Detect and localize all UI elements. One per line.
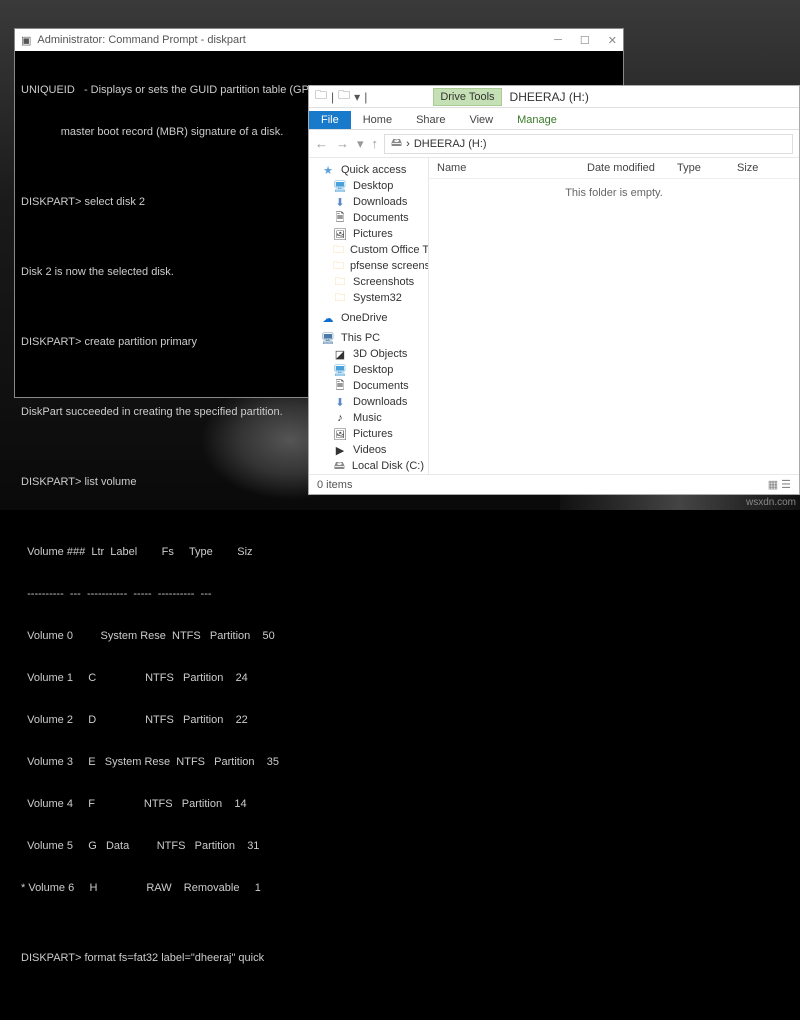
qat-divider: | [331,90,334,104]
videos-icon: ▶ [333,443,347,457]
close-button[interactable]: ✕ [608,34,617,47]
folder-icon: 🗀 [333,243,344,257]
sidebar-item-downloads[interactable]: ⬇Downloads [315,194,428,210]
col-size[interactable]: Size [729,158,779,178]
breadcrumb[interactable]: 🖴 › DHEERAJ (H:) [384,134,793,154]
sidebar-item-downloads[interactable]: ⬇Downloads [315,394,428,410]
sidebar-item-folder[interactable]: 🗀Screenshots [315,274,428,290]
folder-icon: 🗀 [333,291,347,305]
pictures-icon: 🖼 [333,227,347,241]
folder-icon[interactable]: 🗀 [338,86,350,107]
desktop-icon: 🖥 [333,363,347,377]
sidebar-item-3d-objects[interactable]: ◪3D Objects [315,346,428,362]
sidebar-item-pictures[interactable]: 🖼Pictures [315,226,428,242]
music-icon: ♪ [333,411,347,425]
folder-icon: 🗀 [333,259,344,273]
tab-manage[interactable]: Manage [505,111,569,129]
sidebar-item-folder[interactable]: 🗀pfsense screensh [315,258,428,274]
desktop-icon: 🖥 [333,179,347,193]
qat-dropdown-icon[interactable]: ▾ [354,90,360,104]
maximize-button[interactable]: ☐ [580,34,590,47]
sidebar-item-documents[interactable]: 🗎Documents [315,210,428,226]
fe-titlebar[interactable]: 🗀 | 🗀 ▾ | Drive Tools DHEERAJ (H:) [309,86,799,108]
documents-icon: 🗎 [333,211,347,225]
sidebar-this-pc[interactable]: 🖥This PC [315,330,428,346]
sidebar-quick-access[interactable]: ★Quick access [315,162,428,178]
nav-back-icon[interactable]: ← [315,136,328,152]
sidebar-item-desktop[interactable]: 🖥Desktop [315,178,428,194]
col-date[interactable]: Date modified [579,158,669,178]
sidebar-onedrive[interactable]: ☁OneDrive [315,310,428,326]
status-item-count: 0 items [317,479,352,491]
folder-icon: 🗀 [315,86,327,107]
documents-icon: 🗎 [333,379,347,393]
col-type[interactable]: Type [669,158,729,178]
tab-share[interactable]: Share [404,111,457,129]
folder-icon: 🗀 [333,275,347,289]
nav-up-icon[interactable]: ↑ [372,136,379,152]
sidebar-item-music[interactable]: ♪Music [315,410,428,426]
downloads-icon: ⬇ [333,395,347,409]
pictures-icon: 🖼 [333,427,347,441]
onedrive-icon: ☁ [321,311,335,325]
qat-divider: | [364,90,367,104]
ribbon-tabs: File Home Share View Manage [309,108,799,130]
tab-view[interactable]: View [457,111,505,129]
star-icon: ★ [321,163,335,177]
sidebar-item-documents[interactable]: 🗎Documents [315,378,428,394]
address-bar-row: ← → ▾ ↑ 🖴 › DHEERAJ (H:) [309,130,799,158]
drive-tools-tab[interactable]: Drive Tools [433,88,501,106]
tab-home[interactable]: Home [351,111,404,129]
sidebar-item-drive-c[interactable]: 🖴Local Disk (C:) [315,458,428,474]
breadcrumb-text: DHEERAJ (H:) [414,138,487,150]
col-name[interactable]: Name [429,158,579,178]
sidebar-item-folder[interactable]: 🗀Custom Office T [315,242,428,258]
downloads-icon: ⬇ [333,195,347,209]
sidebar-item-desktop[interactable]: 🖥Desktop [315,362,428,378]
watermark: wsxdn.com [746,497,796,508]
content-pane: Name Date modified Type Size This folder… [429,158,799,474]
sidebar-item-pictures[interactable]: 🖼Pictures [315,426,428,442]
nav-forward-icon[interactable]: → [336,136,349,152]
fe-title-text: DHEERAJ (H:) [510,90,589,104]
pc-icon: 🖥 [321,331,335,345]
cmd-titlebar[interactable]: ▣ Administrator: Command Prompt - diskpa… [15,29,623,51]
cmd-icon: ▣ [21,34,31,47]
drive-icon: 🖴 [333,459,346,473]
3d-icon: ◪ [333,347,347,361]
cmd-title-text: Administrator: Command Prompt - diskpart [37,34,245,46]
nav-pane: ★Quick access 🖥Desktop ⬇Downloads 🗎Docum… [309,158,429,474]
column-headers: Name Date modified Type Size [429,158,799,179]
drive-icon: 🖴 [391,134,402,153]
tab-file[interactable]: File [309,111,351,129]
empty-folder-message: This folder is empty. [429,179,799,474]
nav-recent-icon[interactable]: ▾ [357,136,364,152]
minimize-button[interactable]: ─ [554,34,562,47]
chevron-right-icon: › [406,138,410,150]
status-bar: 0 items ▦ ☰ [309,474,799,494]
sidebar-item-folder[interactable]: 🗀System32 [315,290,428,306]
view-toggle[interactable]: ▦ ☰ [768,478,791,491]
sidebar-item-videos[interactable]: ▶Videos [315,442,428,458]
file-explorer-window: 🗀 | 🗀 ▾ | Drive Tools DHEERAJ (H:) File … [308,85,800,495]
